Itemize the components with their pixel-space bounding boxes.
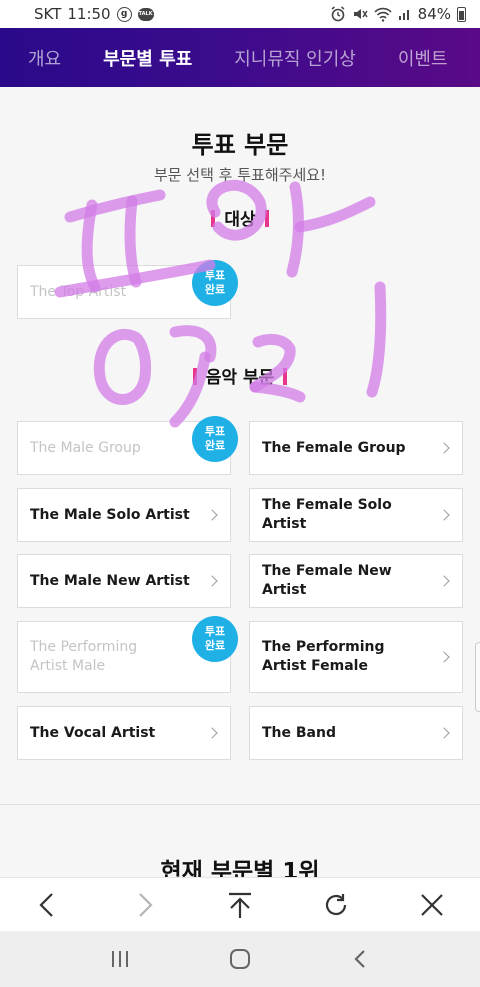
badge-line-1: 투표: [204, 425, 226, 438]
chevron-right-icon: [438, 442, 450, 454]
page-title: 투표 부문: [191, 131, 289, 159]
chevron-right-icon: [438, 575, 450, 587]
scroll-top-button[interactable]: [216, 881, 264, 929]
category-label: The Vocal Artist: [30, 724, 156, 741]
section-title-music-label: 음악 부문: [205, 368, 275, 388]
chevron-right-icon: [438, 651, 450, 663]
mute-icon: [353, 9, 368, 19]
category-tab-bar: 개요 부문별 투표 지니뮤직 인기상 이벤트: [0, 28, 480, 87]
category-label: The Female New Artist: [262, 563, 392, 598]
vote-done-badge: 투표 완료: [192, 416, 238, 462]
system-back-button[interactable]: [336, 935, 384, 983]
category-label: The Male Group: [30, 439, 141, 456]
current-leaders-heading: 현재 부문별 1위: [160, 859, 320, 877]
page-subtitle: 부문 선택 후 투표해주세요!: [153, 166, 327, 184]
category-card-female-group[interactable]: The Female Group: [249, 421, 463, 475]
category-card-male-solo[interactable]: The Male Solo Artist: [17, 488, 231, 542]
category-card-band[interactable]: The Band: [249, 706, 463, 760]
chevron-right-icon: [206, 727, 218, 739]
tab-category-vote[interactable]: 부문별 투표: [103, 45, 192, 71]
forward-icon: [139, 892, 153, 917]
recent-apps-icon: [112, 951, 128, 967]
tab-event[interactable]: 이벤트: [398, 45, 448, 71]
close-button[interactable]: [408, 881, 456, 929]
vote-category-page: 투표 부문 부문 선택 후 투표해주세요! 대상 The Top Artist …: [0, 87, 480, 877]
category-card-performing-female[interactable]: The Performing Artist Female: [249, 621, 463, 693]
android-nav-bar: [0, 931, 480, 987]
browser-toolbar: [0, 877, 480, 931]
close-icon: [421, 893, 443, 916]
badge-line-2: 완료: [204, 439, 226, 452]
accent-bar: [264, 210, 269, 227]
chevron-right-icon: [438, 509, 450, 521]
status-right: 84%: [330, 5, 466, 23]
category-card-female-new[interactable]: The Female New Artist: [249, 554, 463, 608]
tab-genie-popularity[interactable]: 지니뮤직 인기상: [234, 45, 356, 71]
chevron-right-icon: [438, 727, 450, 739]
category-label: The Male Solo Artist: [30, 506, 190, 523]
status-left: SKT 11:50 g TALK: [34, 5, 154, 23]
category-label: The Female Solo Artist: [262, 497, 392, 532]
category-label: The Female Group: [262, 439, 406, 456]
vote-done-badge: 투표 완료: [192, 616, 238, 662]
scroll-handle[interactable]: [475, 642, 480, 712]
wifi-icon: [374, 7, 392, 22]
back-icon: [39, 892, 53, 917]
back-icon: [354, 950, 365, 968]
section-title-grand-label: 대상: [224, 210, 256, 230]
section-divider: [0, 804, 480, 805]
recent-apps-button[interactable]: [96, 935, 144, 983]
category-label: The Male New Artist: [30, 572, 190, 589]
section-title-grand: 대상: [0, 205, 480, 230]
clock: 11:50: [67, 5, 111, 23]
badge-line-1: 투표: [204, 625, 226, 638]
category-label: The Performing Artist Male: [30, 639, 138, 674]
back-button[interactable]: [24, 881, 72, 929]
forward-button[interactable]: [120, 881, 168, 929]
home-button[interactable]: [216, 935, 264, 983]
accent-bar: [283, 368, 288, 385]
category-card-female-solo[interactable]: The Female Solo Artist: [249, 488, 463, 542]
accent-bar: [192, 368, 197, 385]
category-label: The Band: [262, 724, 336, 741]
kakaotalk-icon: TALK: [137, 7, 154, 21]
battery-icon: [457, 6, 466, 22]
accent-bar: [211, 210, 216, 227]
status-bar: SKT 11:50 g TALK 84%: [0, 0, 480, 28]
refresh-icon: [325, 893, 347, 915]
badge-line-2: 완료: [204, 283, 226, 296]
vote-done-badge: 투표 완료: [192, 260, 238, 306]
tab-overview[interactable]: 개요: [28, 45, 61, 71]
home-icon: [230, 949, 250, 969]
category-label: The Top Artist: [30, 283, 127, 300]
chevron-right-icon: [206, 575, 218, 587]
alarm-icon: [331, 6, 345, 22]
category-card-vocal[interactable]: The Vocal Artist: [17, 706, 231, 760]
carrier: SKT: [34, 5, 62, 23]
refresh-button[interactable]: [312, 881, 360, 929]
section-title-music: 음악 부문: [0, 363, 480, 388]
app-notification-icon: g: [116, 6, 132, 22]
badge-line-2: 완료: [204, 639, 226, 652]
scroll-top-icon: [229, 892, 251, 918]
battery-level: 84%: [417, 5, 451, 23]
category-label: The Performing Artist Female: [262, 639, 385, 674]
signal-icon: [398, 10, 409, 20]
chevron-right-icon: [206, 509, 218, 521]
category-card-male-new[interactable]: The Male New Artist: [17, 554, 231, 608]
badge-line-1: 투표: [204, 269, 226, 282]
